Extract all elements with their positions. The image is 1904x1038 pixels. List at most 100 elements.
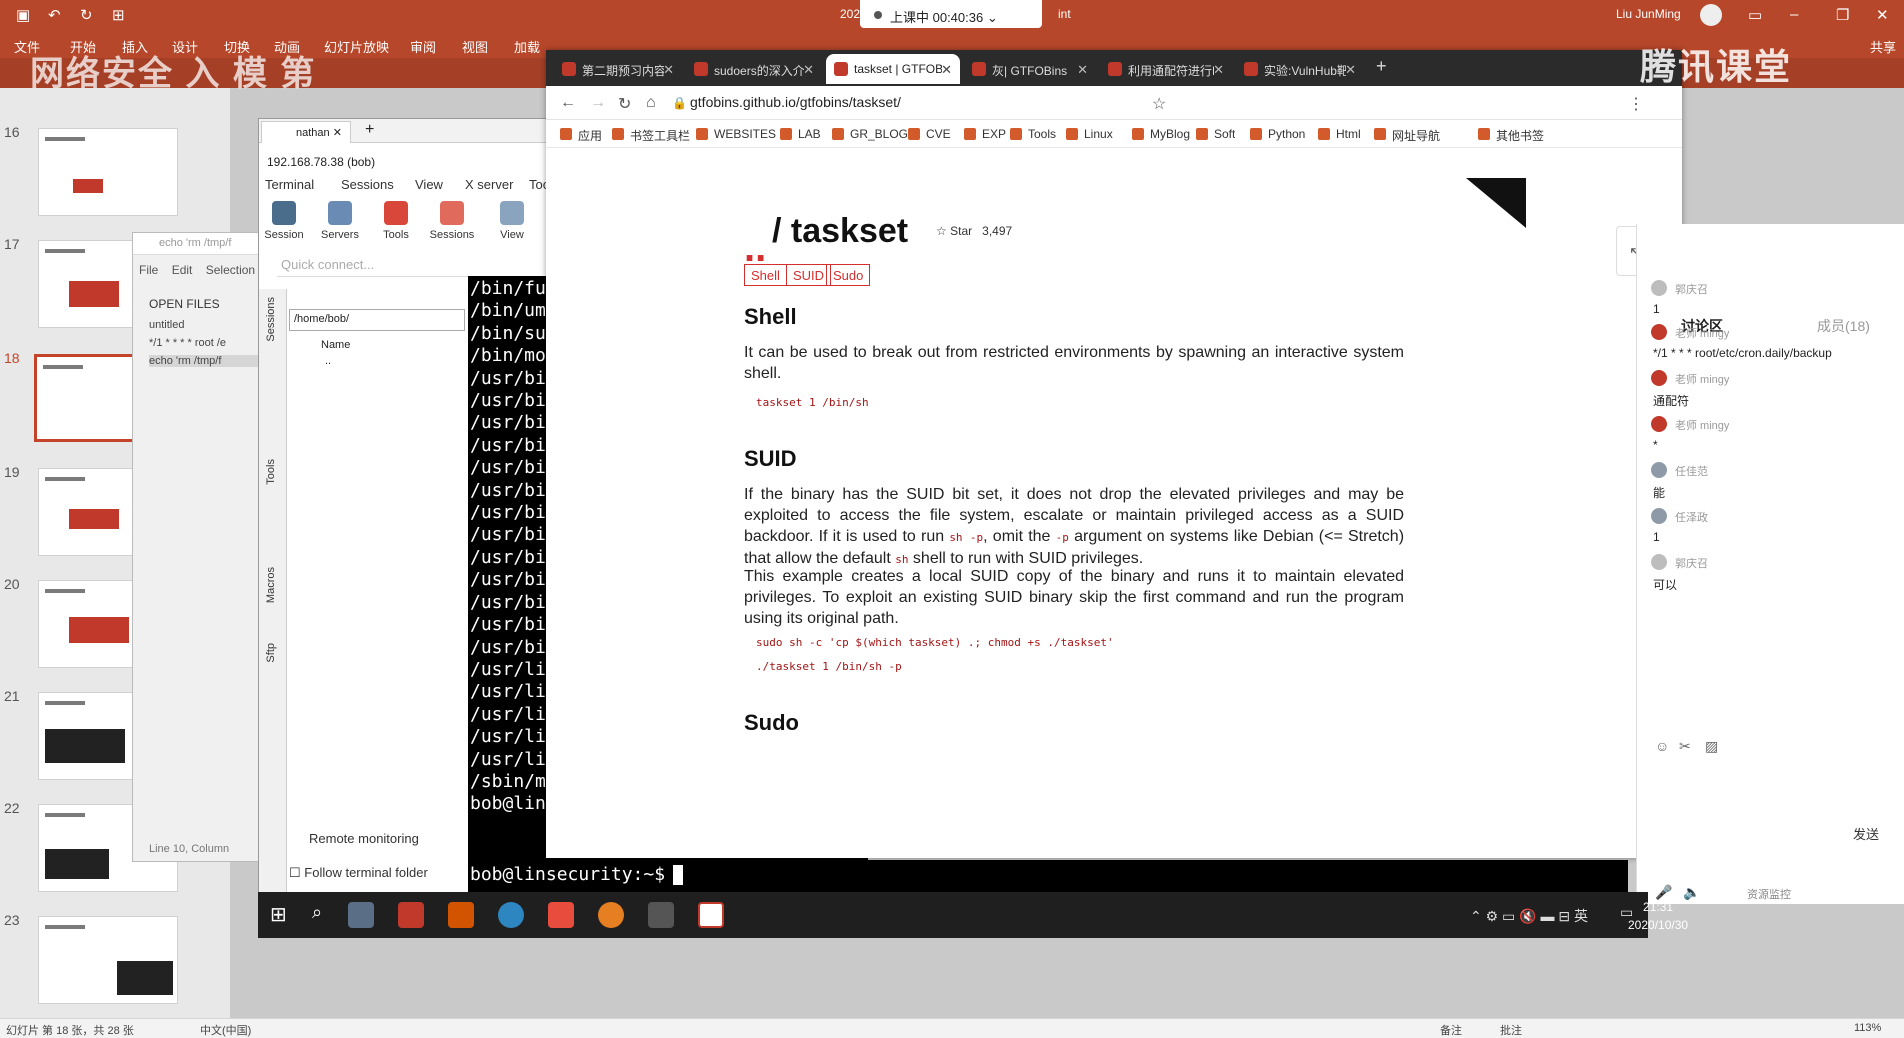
taskbar-app-icon[interactable] bbox=[698, 902, 724, 928]
browser-tab[interactable]: 实验:VulnHub靶 ✕ bbox=[1236, 54, 1364, 84]
menu-xserver[interactable]: X server bbox=[465, 177, 513, 192]
sidebar-tab-tools[interactable]: Tools bbox=[265, 459, 277, 485]
close-tab-icon[interactable]: ✕ bbox=[1213, 62, 1224, 78]
undo-icon[interactable]: ↶ bbox=[48, 6, 61, 24]
bookmark-item[interactable]: Html bbox=[1318, 127, 1361, 141]
view-button[interactable]: View bbox=[487, 201, 537, 241]
bookmark-item[interactable]: EXP bbox=[964, 127, 1006, 141]
send-button[interactable]: 发送 bbox=[1853, 824, 1879, 843]
close-tab-icon[interactable]: ✕ bbox=[1345, 62, 1356, 78]
scissors-icon[interactable]: ✂ bbox=[1679, 738, 1691, 755]
taskbar-app-icon[interactable] bbox=[398, 902, 424, 928]
open-file-item-active[interactable]: echo 'rm /tmp/f bbox=[149, 355, 269, 367]
open-file-item[interactable]: */1 * * * * root /e bbox=[149, 337, 269, 349]
bookmark-star-icon[interactable]: ☆ bbox=[1152, 94, 1166, 114]
bookmark-item[interactable]: Linux bbox=[1066, 127, 1113, 141]
menu-file[interactable]: File bbox=[139, 263, 158, 277]
ime-indicator[interactable]: 英 bbox=[1574, 908, 1588, 924]
sidebar-tab-macros[interactable]: Macros bbox=[265, 567, 277, 603]
avatar[interactable] bbox=[1651, 416, 1667, 432]
minimize-icon[interactable]: – bbox=[1790, 6, 1798, 23]
bookmark-item[interactable]: MyBlog bbox=[1132, 127, 1190, 141]
share-button[interactable]: 共享 bbox=[1870, 37, 1896, 56]
browser-tab[interactable]: 第二期预习内容 ✕ bbox=[554, 54, 682, 84]
home-icon[interactable]: ⌂ bbox=[646, 94, 656, 112]
close-tab-icon[interactable]: ✕ bbox=[941, 62, 952, 78]
ribbon-tab[interactable]: 审阅 bbox=[410, 37, 436, 56]
save-icon[interactable]: ▣ bbox=[16, 6, 30, 24]
notifications-icon[interactable]: ▭ bbox=[1620, 904, 1633, 921]
close-icon[interactable]: ✕ bbox=[333, 127, 342, 139]
close-tab-icon[interactable]: ✕ bbox=[663, 62, 674, 78]
tag-shell[interactable]: Shell bbox=[744, 264, 787, 286]
slide-thumbnail[interactable] bbox=[38, 916, 178, 1004]
github-corner-icon[interactable] bbox=[1466, 178, 1526, 228]
present-icon[interactable]: ⊞ bbox=[112, 6, 125, 24]
slide-thumbnail[interactable] bbox=[38, 128, 178, 216]
home-link[interactable]: .. bbox=[744, 228, 766, 268]
avatar[interactable] bbox=[1651, 462, 1667, 478]
live-status-pill[interactable]: 上课中 00:40:36 ⌄ bbox=[860, 0, 1042, 28]
taskbar-app-icon[interactable] bbox=[348, 902, 374, 928]
browser-tab[interactable]: 利用通配符进行Li ✕ bbox=[1100, 54, 1232, 84]
close-tab-icon[interactable]: ✕ bbox=[803, 62, 814, 78]
taskbar-folder-icon[interactable] bbox=[448, 902, 474, 928]
notes-button[interactable]: 备注 bbox=[1440, 1022, 1462, 1038]
avatar[interactable] bbox=[1651, 554, 1667, 570]
bookmark-item[interactable]: LAB bbox=[780, 127, 821, 141]
sftp-path-input[interactable]: /home/bob/ bbox=[289, 309, 465, 331]
clock[interactable]: 21:31 2020/10/30 bbox=[1628, 898, 1688, 934]
language[interactable]: 中文(中国) bbox=[200, 1022, 251, 1038]
tag-sudo[interactable]: Sudo bbox=[826, 264, 871, 286]
avatar[interactable] bbox=[1651, 324, 1667, 340]
ribbon-tab[interactable]: 幻灯片放映 bbox=[324, 37, 389, 56]
session-button[interactable]: Session bbox=[259, 201, 309, 241]
ribbon-tab[interactable]: 视图 bbox=[462, 37, 488, 56]
resource-monitor[interactable]: 资源监控 bbox=[1747, 886, 1791, 902]
menu-sessions[interactable]: Sessions bbox=[341, 177, 394, 192]
sftp-row-parent[interactable]: .. bbox=[325, 355, 331, 367]
avatar[interactable] bbox=[1651, 508, 1667, 524]
tools-button[interactable]: Tools bbox=[371, 201, 421, 241]
ribbon-display-icon[interactable]: ▭ bbox=[1748, 6, 1762, 24]
bookmark-item[interactable]: GR_BLOG bbox=[832, 127, 908, 141]
terminal-prompt-line[interactable]: bob@linsecurity:~$ bbox=[468, 860, 1628, 892]
bookmark-item[interactable]: 其他书签 bbox=[1478, 127, 1544, 144]
taskbar-chrome-icon[interactable] bbox=[598, 902, 624, 928]
taskbar-terminal-icon[interactable] bbox=[648, 902, 674, 928]
ribbon-tab[interactable]: 加载 bbox=[514, 37, 540, 56]
forward-icon[interactable]: → bbox=[590, 94, 606, 112]
redo-icon[interactable]: ↻ bbox=[80, 6, 93, 24]
menu-icon[interactable]: ⋮ bbox=[1628, 94, 1644, 114]
menu-selection[interactable]: Selection bbox=[206, 263, 255, 277]
sidebar-tab-sessions[interactable]: Sessions bbox=[265, 297, 277, 342]
add-tab-icon[interactable]: + bbox=[365, 121, 374, 139]
comments-button[interactable]: 批注 bbox=[1500, 1022, 1522, 1038]
browser-tab[interactable]: 灰| GTFOBins ✕ bbox=[964, 54, 1096, 84]
avatar[interactable] bbox=[1651, 280, 1667, 296]
reload-icon[interactable]: ↻ bbox=[618, 94, 631, 114]
back-icon[interactable]: ← bbox=[560, 94, 576, 112]
sessions-button[interactable]: Sessions bbox=[427, 201, 477, 241]
bookmark-item[interactable]: CVE bbox=[908, 127, 951, 141]
close-tab-icon[interactable]: ✕ bbox=[1077, 62, 1088, 78]
remote-monitoring-button[interactable]: Remote monitoring bbox=[309, 831, 419, 846]
tag-suid[interactable]: SUID bbox=[786, 264, 832, 286]
bookmark-item[interactable]: 应用 bbox=[560, 127, 602, 144]
github-star-button[interactable]: ☆ Star 3,497 bbox=[936, 224, 1012, 238]
windows-start-icon[interactable]: ⊞ bbox=[270, 902, 287, 927]
user-name[interactable]: Liu JunMing bbox=[1616, 7, 1681, 21]
search-icon[interactable]: ⌕ bbox=[312, 902, 322, 923]
taskbar-app-icon[interactable] bbox=[548, 902, 574, 928]
taskbar-edge-icon[interactable] bbox=[498, 902, 524, 928]
bookmark-item[interactable]: Tools bbox=[1010, 127, 1056, 141]
emoji-icon[interactable]: ☺ bbox=[1655, 738, 1669, 754]
browser-tab[interactable]: sudoers的深入介 ✕ bbox=[686, 54, 822, 84]
restore-icon[interactable]: ❐ bbox=[1836, 6, 1849, 24]
bookmark-item[interactable]: Soft bbox=[1196, 127, 1235, 141]
user-avatar[interactable] bbox=[1700, 4, 1722, 26]
menu-edit[interactable]: Edit bbox=[172, 263, 193, 277]
bookmark-item[interactable]: WEBSITES bbox=[696, 127, 776, 141]
lock-icon[interactable]: 🔒 bbox=[672, 96, 687, 110]
menu-terminal[interactable]: Terminal bbox=[265, 177, 314, 192]
